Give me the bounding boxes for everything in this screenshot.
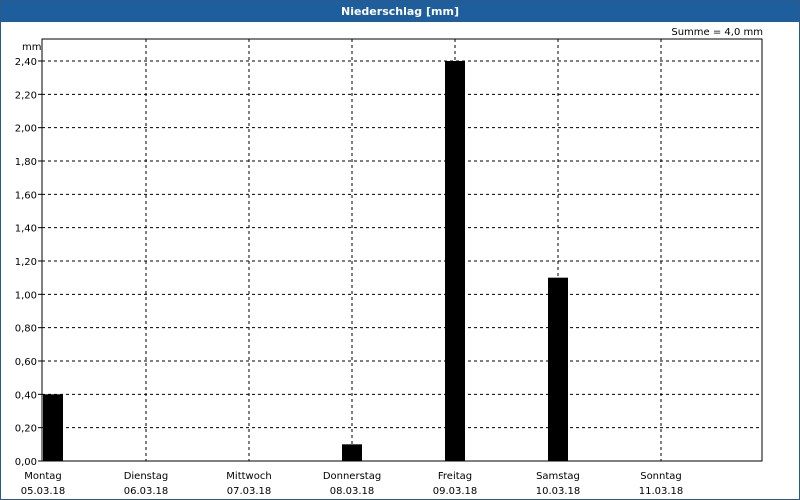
precipitation-chart: 0,00 0,20 0,40 0,60 0,80 1,00 1,20 1,40 1,60 1,80…	[15, 38, 763, 497]
y-tick-label: 1,40	[15, 224, 37, 235]
y-tick-label: 0,20	[15, 424, 37, 435]
grid-lines	[42, 39, 762, 461]
y-tick-label: 2,40	[15, 57, 37, 68]
bar	[342, 444, 362, 461]
y-tick-labels: 0,00 0,20 0,40 0,60 0,80 1,00 1,20 1,40 1,60 1,80…	[15, 57, 37, 468]
y-tick-label: 1,00	[15, 290, 37, 301]
y-tick-label: 0,40	[15, 390, 37, 401]
y-tick-label: 1,60	[15, 190, 37, 201]
x-tick-labels: Montag 05.03.18 Dienstag 06.03.18 Mittwoch 07…	[21, 471, 684, 497]
y-tick-label: 0,00	[15, 457, 37, 468]
x-tick-label-day: Dienstag	[124, 471, 169, 482]
y-tick-label: 1,20	[15, 257, 37, 268]
y-tick-label: 0,60	[15, 357, 37, 368]
y-axis-label: mm	[22, 42, 41, 53]
bar	[445, 61, 465, 461]
y-tick-label: 0,80	[15, 324, 37, 335]
x-tick-label-date: 05.03.18	[21, 486, 66, 497]
x-tick-label-day: Mittwoch	[226, 471, 271, 482]
bar	[43, 394, 63, 461]
axes	[38, 38, 763, 462]
x-tick-label-date: 09.03.18	[433, 486, 478, 497]
x-tick-label-date: 10.03.18	[536, 486, 581, 497]
y-tick-label: 2,20	[15, 90, 37, 101]
x-tick-label-day: Sonntag	[640, 471, 682, 482]
x-tick-label-date: 06.03.18	[124, 486, 169, 497]
x-tick-label-day: Donnerstag	[323, 471, 381, 482]
x-tick-label-date: 11.03.18	[639, 486, 684, 497]
y-tick-label: 1,80	[15, 157, 37, 168]
x-tick-label-date: 07.03.18	[227, 486, 272, 497]
x-tick-label-day: Montag	[24, 471, 61, 482]
x-tick-label-day: Freitag	[438, 471, 472, 482]
plot-frame	[41, 38, 763, 462]
bar	[548, 277, 568, 461]
x-tick-label-date: 08.03.18	[330, 486, 375, 497]
y-tick-label: 2,00	[15, 124, 37, 135]
x-tick-label-day: Samstag	[536, 471, 580, 482]
